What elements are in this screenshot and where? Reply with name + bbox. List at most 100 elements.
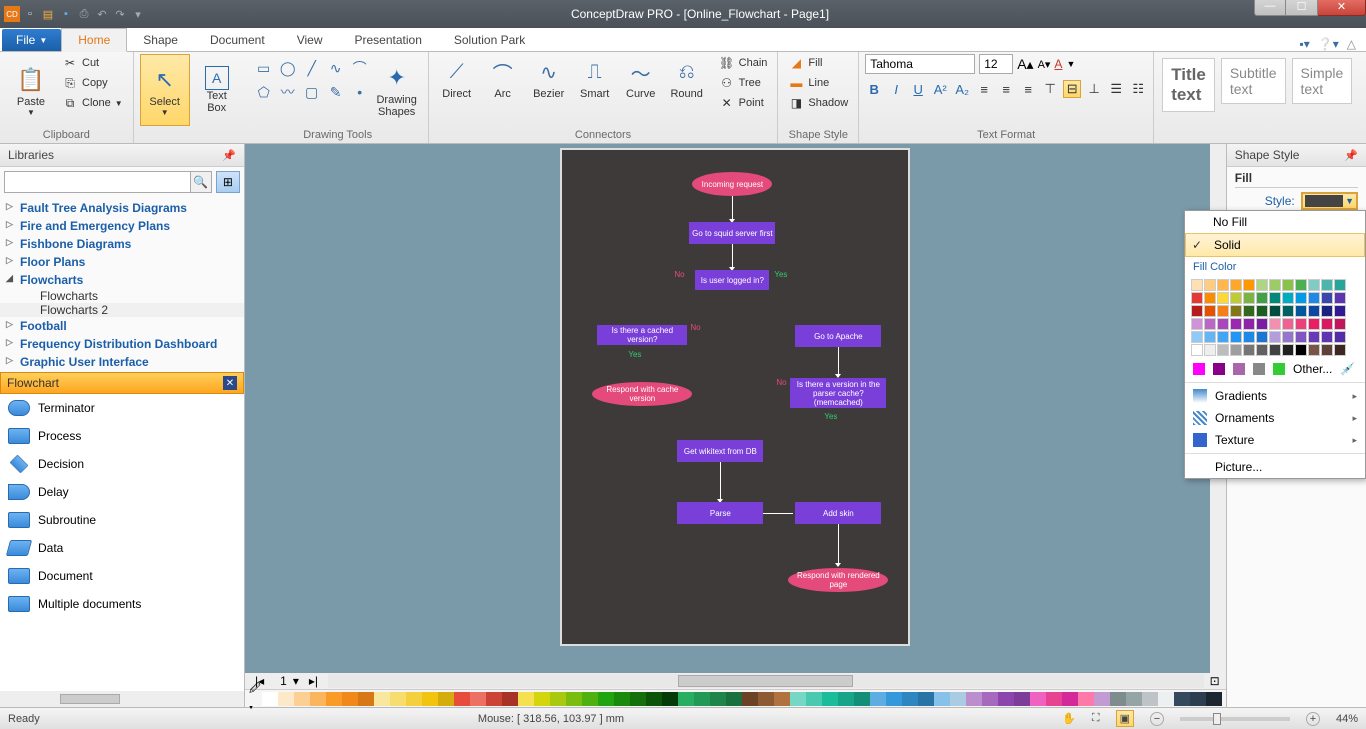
palette-swatch[interactable] — [1110, 692, 1126, 706]
color-swatch[interactable] — [1295, 292, 1307, 304]
qat-new-icon[interactable]: ▫ — [22, 6, 38, 22]
tree-item[interactable]: Fishbone Diagrams — [0, 235, 244, 253]
menu-texture[interactable]: Texture▸ — [1185, 429, 1365, 451]
close-button[interactable]: ✕ — [1318, 0, 1366, 16]
color-swatch[interactable] — [1282, 318, 1294, 330]
palette-swatch[interactable] — [262, 692, 278, 706]
tree-item[interactable]: Football — [0, 317, 244, 335]
simple-text-style[interactable]: Simple text — [1292, 58, 1353, 104]
color-swatch[interactable] — [1295, 305, 1307, 317]
file-tab[interactable]: File▼ — [2, 29, 61, 51]
color-swatch[interactable] — [1269, 344, 1281, 356]
color-swatch[interactable] — [1217, 292, 1229, 304]
color-swatch[interactable] — [1230, 318, 1242, 330]
font-grow-icon[interactable]: A▴ — [1017, 56, 1033, 73]
color-swatch[interactable] — [1217, 279, 1229, 291]
qat-print-icon[interactable]: ⎙ — [76, 6, 92, 22]
qat-more-icon[interactable]: ▾ — [130, 6, 146, 22]
shape-document[interactable]: Document — [0, 562, 244, 590]
zoom-region-icon[interactable]: ⛶ — [1092, 712, 1100, 725]
color-swatch[interactable] — [1269, 331, 1281, 343]
node-terminator[interactable]: Incoming request — [692, 172, 772, 196]
tab-shape[interactable]: Shape — [127, 29, 194, 51]
shape-delay[interactable]: Delay — [0, 478, 244, 506]
color-swatch[interactable] — [1256, 305, 1268, 317]
tree-item[interactable]: Fault Tree Analysis Diagrams — [0, 199, 244, 217]
palette-swatch[interactable] — [790, 692, 806, 706]
view-toggle-button[interactable]: ⊞ — [216, 171, 240, 193]
palette-swatch[interactable] — [1078, 692, 1094, 706]
tool-point-icon[interactable]: • — [350, 82, 370, 102]
page[interactable]: Incoming request Go to squid server firs… — [560, 148, 910, 646]
palette-swatch[interactable] — [1142, 692, 1158, 706]
palette-swatch[interactable] — [662, 692, 678, 706]
chevron-down-icon[interactable]: ▼ — [1066, 59, 1075, 69]
palette-swatch[interactable] — [678, 692, 694, 706]
palette-swatch[interactable] — [374, 692, 390, 706]
palette-swatch[interactable] — [358, 692, 374, 706]
color-swatch[interactable] — [1191, 292, 1203, 304]
tree-sub-item[interactable]: Flowcharts 2 — [0, 303, 244, 317]
palette-swatch[interactable] — [438, 692, 454, 706]
numbering-button[interactable]: ☷ — [1129, 80, 1147, 98]
pin-icon[interactable]: 📌 — [222, 149, 236, 162]
node-process[interactable]: Parse — [677, 502, 763, 524]
color-swatch[interactable] — [1217, 305, 1229, 317]
qat-undo-icon[interactable]: ↶ — [94, 6, 110, 22]
color-swatch[interactable] — [1321, 331, 1333, 343]
node-decision[interactable]: Is there a version in the parser cache? … — [790, 378, 886, 408]
palette-swatch[interactable] — [838, 692, 854, 706]
palette-swatch[interactable] — [1190, 692, 1206, 706]
shape-list[interactable]: Terminator Process Decision Delay Subrou… — [0, 394, 244, 691]
align-middle-button[interactable]: ⊟ — [1063, 80, 1081, 98]
color-swatch[interactable] — [1243, 305, 1255, 317]
left-hscroll[interactable] — [0, 691, 244, 707]
palette-swatch[interactable] — [342, 692, 358, 706]
color-swatch[interactable] — [1282, 331, 1294, 343]
font-color-icon[interactable]: A — [1054, 57, 1062, 71]
palette-swatch[interactable] — [1030, 692, 1046, 706]
tab-view[interactable]: View — [281, 29, 339, 51]
palette-swatch[interactable] — [406, 692, 422, 706]
superscript-button[interactable]: A² — [931, 80, 949, 98]
tab-home[interactable]: Home — [61, 28, 127, 52]
palette-swatch[interactable] — [422, 692, 438, 706]
menu-picture[interactable]: Picture... — [1185, 456, 1365, 478]
tool-freehand-icon[interactable]: ✎ — [326, 82, 346, 102]
connector-bezier[interactable]: ∿Bezier — [527, 54, 571, 100]
color-swatch[interactable] — [1204, 305, 1216, 317]
color-swatch[interactable] — [1204, 318, 1216, 330]
palette-swatch[interactable] — [870, 692, 886, 706]
color-swatch[interactable] — [1256, 292, 1268, 304]
node-terminator[interactable]: Respond with rendered page — [788, 568, 888, 592]
search-input[interactable] — [4, 171, 191, 193]
node-process[interactable]: Go to squid server first — [689, 222, 775, 244]
close-icon[interactable]: ✕ — [223, 376, 237, 390]
palette-swatch[interactable] — [646, 692, 662, 706]
shape-multidoc[interactable]: Multiple documents — [0, 590, 244, 618]
color-swatch[interactable] — [1191, 305, 1203, 317]
zoom-percent[interactable]: 44% — [1336, 713, 1358, 725]
color-swatch[interactable] — [1217, 318, 1229, 330]
menu-other-color[interactable]: Other... 💉 — [1185, 358, 1365, 380]
align-right-button[interactable]: ≡ — [1019, 80, 1037, 98]
palette-swatch[interactable] — [742, 692, 758, 706]
zoom-out-button[interactable]: − — [1150, 712, 1164, 726]
color-swatch[interactable] — [1230, 344, 1242, 356]
palette-swatch[interactable] — [278, 692, 294, 706]
node-process[interactable]: Add skin — [795, 502, 881, 524]
palette-swatch[interactable] — [502, 692, 518, 706]
tool-arc-icon[interactable]: ⌒ — [350, 58, 370, 78]
color-swatch[interactable] — [1334, 344, 1346, 356]
color-swatch[interactable] — [1230, 305, 1242, 317]
palette-swatch[interactable] — [774, 692, 790, 706]
line-button[interactable]: ▬Line — [784, 74, 852, 92]
fill-style-dropdown[interactable]: ▼ — [1301, 192, 1358, 210]
palette-swatch[interactable] — [854, 692, 870, 706]
fill-button[interactable]: ◢Fill — [784, 54, 852, 72]
connector-curve[interactable]: 〜Curve — [619, 54, 663, 100]
palette-swatch[interactable] — [598, 692, 614, 706]
tool-rect-icon[interactable]: ▭ — [254, 58, 274, 78]
zoom-slider[interactable] — [1180, 717, 1290, 721]
align-top-button[interactable]: ⊤ — [1041, 80, 1059, 98]
